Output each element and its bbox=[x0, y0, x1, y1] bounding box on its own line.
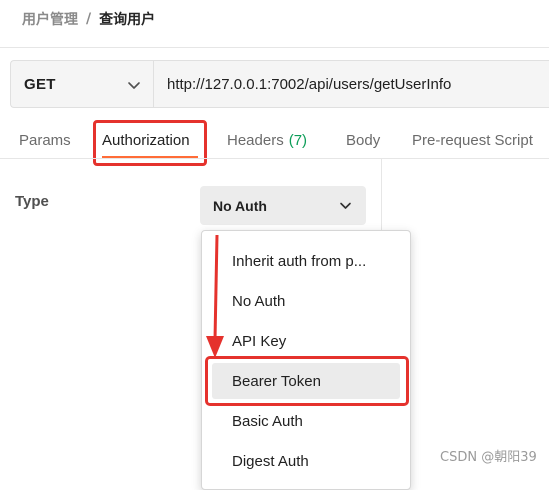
chevron-down-icon bbox=[340, 202, 351, 209]
dropdown-item-digest-auth[interactable]: Digest Auth bbox=[212, 443, 400, 479]
annotation-arrow-down-icon bbox=[206, 234, 224, 358]
headers-count-badge: (7) bbox=[288, 131, 308, 149]
header-divider bbox=[0, 47, 549, 48]
breadcrumb-separator: / bbox=[86, 11, 92, 27]
tab-headers[interactable]: Headers (7) bbox=[227, 124, 307, 156]
method-label: GET bbox=[24, 75, 56, 93]
breadcrumb-parent[interactable]: 用户管理 bbox=[22, 9, 78, 29]
dropdown-item-api-key[interactable]: API Key bbox=[212, 323, 400, 359]
auth-type-label: Type bbox=[15, 193, 49, 210]
authorization-tab-annotation-box bbox=[93, 120, 207, 166]
auth-type-selected-value: No Auth bbox=[213, 197, 267, 214]
tabs-divider bbox=[0, 158, 549, 159]
tab-prerequest-label: Pre-request Script bbox=[412, 131, 533, 149]
tab-params-label: Params bbox=[19, 131, 71, 149]
url-text: http://127.0.0.1:7002/api/users/getUserI… bbox=[167, 75, 452, 93]
dropdown-item-label: API Key bbox=[232, 332, 287, 350]
tab-body-label: Body bbox=[346, 131, 381, 149]
bearer-token-annotation-box bbox=[205, 356, 409, 406]
dropdown-item-label: No Auth bbox=[232, 292, 286, 310]
tab-prerequest-script[interactable]: Pre-request Script bbox=[412, 124, 533, 156]
method-select[interactable]: GET bbox=[10, 60, 153, 108]
dropdown-item-basic-auth[interactable]: Basic Auth bbox=[212, 403, 400, 439]
auth-type-select[interactable]: No Auth bbox=[200, 186, 366, 225]
tab-body[interactable]: Body bbox=[346, 124, 380, 156]
dropdown-item-inherit[interactable]: Inherit auth from p... bbox=[212, 243, 400, 279]
breadcrumb: 用户管理 / 查询用户 bbox=[22, 8, 155, 30]
dropdown-item-no-auth[interactable]: No Auth bbox=[212, 283, 400, 319]
breadcrumb-current: 查询用户 bbox=[99, 12, 156, 28]
url-input[interactable]: http://127.0.0.1:7002/api/users/getUserI… bbox=[153, 60, 549, 108]
tab-headers-label: Headers bbox=[227, 131, 284, 149]
dropdown-item-label: Inherit auth from p... bbox=[232, 252, 367, 270]
dropdown-item-label: Digest Auth bbox=[232, 452, 309, 470]
chevron-down-icon bbox=[128, 82, 140, 89]
watermark: CSDN @朝阳39 bbox=[440, 450, 537, 465]
tab-params[interactable]: Params bbox=[19, 124, 71, 156]
dropdown-item-label: Basic Auth bbox=[232, 412, 303, 430]
